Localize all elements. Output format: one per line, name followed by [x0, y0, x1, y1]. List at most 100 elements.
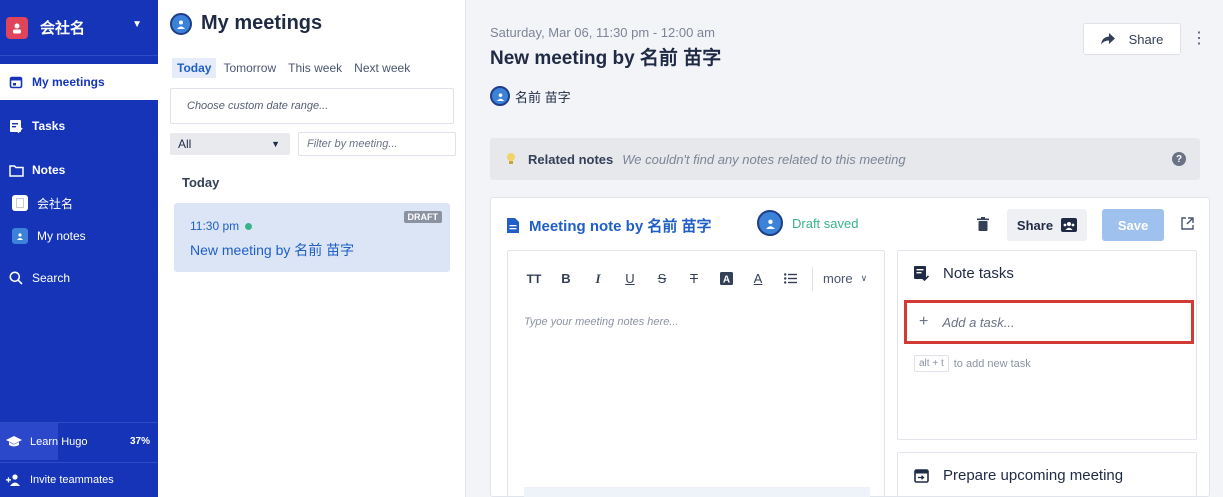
add-user-icon — [6, 474, 22, 486]
tasks-icon — [914, 266, 929, 281]
workspace-switcher[interactable]: 会社名 ▼ — [0, 0, 158, 56]
workspace-name: 会社名 — [40, 20, 86, 37]
share-note-button[interactable]: Share — [1007, 209, 1087, 241]
notes-folder-company[interactable]: 会社名 — [12, 190, 73, 216]
search-icon — [8, 270, 24, 286]
sidebar-item-tasks[interactable]: Tasks — [0, 108, 158, 144]
meeting-list-item[interactable]: 11:30 pm New meeting by 名前 苗字 DRAFT — [174, 203, 450, 272]
chevron-down-icon: ∨ — [860, 273, 868, 283]
note-tasks-title: Note tasks — [943, 265, 1014, 282]
note-header: Meeting note by 名前 苗字 — [507, 210, 712, 240]
share-arrow-icon — [1100, 33, 1115, 45]
invite-teammates-button[interactable]: Invite teammates — [0, 462, 158, 497]
more-options-icon[interactable]: ⋮ — [1191, 28, 1207, 48]
status-dot — [245, 222, 253, 230]
meeting-datetime: Saturday, Mar 06, 11:30 pm - 12:00 am — [490, 25, 715, 40]
strikethrough-icon[interactable]: S — [646, 263, 678, 295]
user-avatar-icon — [12, 228, 28, 244]
tab-next-week[interactable]: Next week — [349, 58, 415, 78]
related-notes-message: We couldn't find any notes related to th… — [622, 151, 906, 167]
sidebar-item-label: Tasks — [32, 119, 66, 133]
editor-toolbar: TT B I U S T A A more ∨ — [508, 251, 884, 306]
plus-icon: + — [919, 313, 929, 330]
sidebar: 会社名 ▼ My meetings Tasks Notes 会社名 My not… — [0, 0, 158, 497]
meetings-list-panel: My meetings Today Tomorrow This week Nex… — [158, 0, 466, 497]
related-notes-banner: Related notes We couldn't find any notes… — [490, 138, 1200, 180]
save-button[interactable]: Save — [1102, 209, 1164, 241]
graduation-cap-icon — [6, 435, 22, 448]
notes-item-label: My notes — [37, 229, 86, 243]
toolbar-more-button[interactable]: more ∨ — [823, 271, 867, 286]
text-size-icon[interactable]: TT — [518, 263, 550, 295]
open-external-icon[interactable] — [1181, 217, 1194, 233]
tasks-icon — [8, 118, 24, 134]
folder-icon — [8, 162, 24, 178]
meeting-time: 11:30 pm — [190, 219, 253, 233]
more-label: more — [823, 271, 853, 286]
prepare-meeting-header[interactable]: Prepare upcoming meeting — [914, 467, 1123, 484]
learn-label: Learn Hugo — [30, 435, 88, 448]
chevron-down-icon[interactable]: ▼ — [132, 19, 142, 30]
bullet-list-icon[interactable] — [774, 263, 806, 295]
user-avatar-icon — [490, 86, 510, 106]
user-avatar-icon — [757, 210, 783, 236]
lightbulb-icon — [506, 152, 516, 166]
note-tasks-header: Note tasks — [914, 265, 1014, 282]
calendar-icon — [914, 468, 929, 483]
meeting-note-card: Meeting note by 名前 苗字 Draft saved Share … — [490, 197, 1210, 497]
document-icon — [12, 195, 28, 211]
sidebar-item-label: Notes — [32, 163, 66, 177]
learn-hugo-progress[interactable]: Learn Hugo 37% — [0, 422, 158, 460]
page-title: My meetings — [170, 12, 322, 35]
filter-meeting-input[interactable]: Filter by meeting... — [298, 132, 456, 156]
tab-this-week[interactable]: This week — [283, 58, 347, 78]
tab-today[interactable]: Today — [172, 58, 217, 78]
prepare-meeting-panel: Prepare upcoming meeting — [897, 452, 1197, 497]
meeting-name: New meeting by 名前 苗字 — [190, 242, 355, 258]
highlight-icon[interactable]: A — [710, 263, 742, 295]
meeting-filter-select[interactable]: All ▼ — [170, 133, 290, 155]
calendar-icon — [8, 74, 24, 90]
select-value: All — [178, 137, 192, 151]
sidebar-item-search[interactable]: Search — [0, 260, 158, 296]
notes-item-label: 会社名 — [37, 196, 74, 211]
clear-format-icon[interactable]: T — [678, 263, 710, 295]
prepare-meeting-title: Prepare upcoming meeting — [943, 467, 1124, 484]
editor-placeholder: Type your meeting notes here... — [524, 316, 679, 328]
custom-date-range-input[interactable]: Choose custom date range... — [170, 88, 454, 124]
document-icon — [507, 217, 519, 233]
invite-label: Invite teammates — [30, 474, 114, 486]
svg-text:A: A — [722, 275, 729, 286]
notes-folder-my-notes[interactable]: My notes — [12, 223, 86, 249]
shortcut-key: alt + t — [914, 355, 949, 372]
add-task-input[interactable]: + Add a task... — [904, 300, 1194, 344]
meeting-title: New meeting by 名前 苗字 — [490, 48, 722, 69]
date-tabs: Today Tomorrow This week Next week — [172, 58, 415, 78]
sidebar-item-label: My meetings — [32, 75, 105, 89]
attendee-name: 名前 苗字 — [515, 89, 571, 105]
share-meeting-button[interactable]: Share — [1083, 23, 1181, 55]
attendee[interactable]: 名前 苗字 — [490, 86, 571, 106]
add-task-placeholder: Add a task... — [942, 314, 1015, 330]
section-heading-today: Today — [182, 175, 220, 190]
editor-footer-block — [524, 487, 870, 497]
bold-icon[interactable]: B — [550, 263, 582, 295]
meeting-detail: Saturday, Mar 06, 11:30 pm - 12:00 am Ne… — [467, 0, 1223, 497]
share-note-label: Share — [1016, 217, 1054, 233]
help-icon[interactable]: ? — [1172, 152, 1186, 166]
sidebar-item-my-meetings[interactable]: My meetings — [0, 64, 158, 100]
note-editor[interactable]: TT B I U S T A A more ∨ Type your meetin… — [507, 250, 885, 497]
trash-icon[interactable] — [977, 217, 989, 234]
draft-badge: DRAFT — [403, 211, 442, 223]
workspace-logo — [6, 16, 28, 39]
italic-icon[interactable]: I — [582, 263, 614, 295]
underline-icon[interactable]: U — [614, 263, 646, 295]
shortcut-hint-text: to add new task — [953, 357, 1031, 370]
font-color-icon[interactable]: A — [742, 263, 774, 295]
note-title[interactable]: Meeting note by 名前 苗字 — [529, 215, 712, 236]
tab-tomorrow[interactable]: Tomorrow — [218, 58, 281, 78]
save-status: Draft saved — [757, 210, 858, 236]
page-title-text: My meetings — [201, 12, 323, 34]
save-status-text: Draft saved — [792, 215, 859, 231]
sidebar-item-notes[interactable]: Notes — [0, 152, 158, 188]
